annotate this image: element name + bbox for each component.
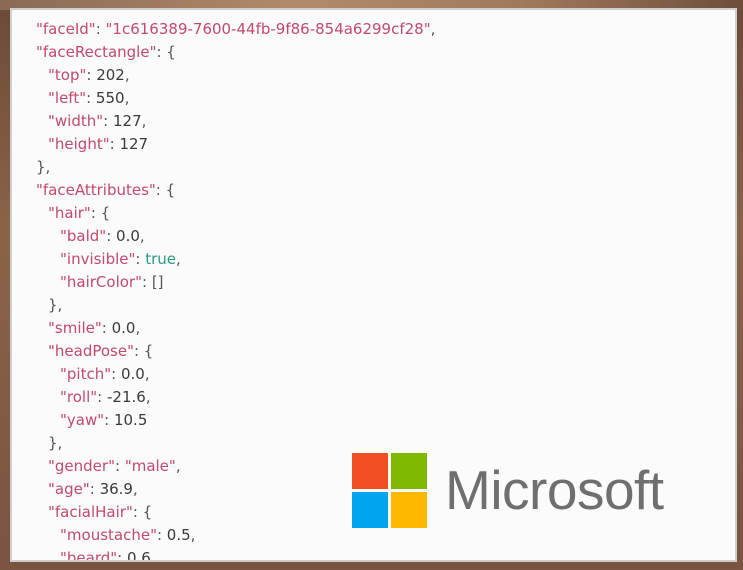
json-token: : <box>109 135 120 153</box>
json-token: : <box>89 480 100 498</box>
json-token: : <box>156 526 167 544</box>
json-token: , <box>135 319 141 337</box>
json-token: 550 <box>95 89 125 107</box>
json-token: "faceId" <box>36 20 96 38</box>
json-token: : [] <box>142 273 164 291</box>
json-token: "facialHair" <box>48 503 133 521</box>
json-line: "height": 127 <box>36 133 435 156</box>
microsoft-wordmark: Microsoft <box>445 459 664 521</box>
json-line: "hair": { <box>36 202 435 225</box>
json-line: "beard": 0.6 <box>36 547 435 562</box>
json-token: 0.0 <box>111 319 136 337</box>
json-token: "left" <box>48 89 87 107</box>
json-token: 127 <box>112 112 142 130</box>
json-token: : { <box>156 43 176 61</box>
json-token: "gender" <box>48 457 115 475</box>
json-token: , <box>176 250 181 268</box>
json-token: "male" <box>124 457 176 475</box>
json-line: "yaw": 10.5 <box>36 409 435 432</box>
json-token: "age" <box>48 480 90 498</box>
json-token: "pitch" <box>60 365 112 383</box>
microsoft-logo: Microsoft <box>352 452 664 528</box>
json-token: : { <box>90 204 111 222</box>
json-line: }, <box>36 294 435 317</box>
json-token: "invisible" <box>60 250 136 268</box>
json-token: , <box>124 89 130 107</box>
logo-blue-tile <box>352 491 388 528</box>
json-token: : <box>117 549 127 562</box>
json-line: "roll": -21.6, <box>36 386 435 409</box>
json-line: "smile": 0.0, <box>36 317 435 340</box>
json-token: "width" <box>48 112 104 130</box>
json-line: "faceRectangle": { <box>36 41 435 64</box>
json-token: "1c616389-7600-44fb-9f86-854a6299cf28" <box>105 20 431 38</box>
json-line: "width": 127, <box>36 110 435 133</box>
json-token: : { <box>133 342 154 360</box>
json-token: "roll" <box>60 388 98 406</box>
json-token: 10.5 <box>113 411 148 429</box>
json-token: }, <box>48 296 63 314</box>
json-line: "faceId": "1c616389-7600-44fb-9f86-854a6… <box>36 18 435 41</box>
json-token: 0.6 <box>127 549 151 562</box>
json-line: "left": 550, <box>36 87 435 110</box>
logo-yellow-tile <box>391 491 427 528</box>
json-token: "top" <box>48 66 87 84</box>
json-token: : <box>86 66 97 84</box>
json-token: "moustache" <box>60 526 157 544</box>
json-token: , <box>144 365 150 383</box>
json-token: , <box>141 112 147 130</box>
logo-green-tile <box>391 452 427 489</box>
json-line: "top": 202, <box>36 64 435 87</box>
json-token: 0.0 <box>120 365 145 383</box>
json-line: "invisible": true, <box>36 248 435 271</box>
json-token: : <box>104 411 114 429</box>
json-line: "pitch": 0.0, <box>36 363 435 386</box>
json-token: "hairColor" <box>60 273 142 291</box>
json-token: "bald" <box>60 227 107 245</box>
json-token: "hair" <box>48 204 91 222</box>
logo-red-tile <box>352 452 388 489</box>
json-token: , <box>139 227 145 245</box>
json-token: : <box>97 388 107 406</box>
json-token: }, <box>36 158 51 176</box>
json-token: : <box>111 365 121 383</box>
json-line: "hairColor": [] <box>36 271 435 294</box>
json-token: , <box>430 20 436 38</box>
json-token: , <box>145 388 151 406</box>
json-line: }, <box>36 156 435 179</box>
json-token: "faceAttributes" <box>36 181 156 199</box>
json-token: "yaw" <box>60 411 105 429</box>
json-token: : <box>103 112 113 130</box>
json-token: "faceRectangle" <box>36 43 157 61</box>
json-token: : <box>86 89 96 107</box>
microsoft-logo-icon <box>352 452 427 528</box>
json-token: 127 <box>119 135 149 153</box>
json-line: "bald": 0.0, <box>36 225 435 248</box>
json-token: 36.9 <box>99 480 133 498</box>
json-token: , <box>132 480 138 498</box>
json-token: : <box>135 250 146 268</box>
json-token: 202 <box>96 66 125 84</box>
json-token: , <box>190 526 196 544</box>
json-token: : <box>106 227 117 245</box>
json-token: 0.5 <box>166 526 191 544</box>
json-token: : <box>95 20 106 38</box>
json-token: "smile" <box>48 319 102 337</box>
json-token: : <box>101 319 112 337</box>
json-line: "faceAttributes": { <box>36 179 435 202</box>
json-token: }, <box>48 434 63 452</box>
json-token: : <box>114 457 125 475</box>
json-token: : { <box>155 181 176 199</box>
json-token: , <box>175 457 181 475</box>
json-token: "headPose" <box>48 342 134 360</box>
json-token: true <box>145 250 177 268</box>
json-token: , <box>124 66 130 84</box>
json-token: "height" <box>48 135 110 153</box>
json-token: -21.6 <box>106 388 146 406</box>
json-line: "headPose": { <box>36 340 435 363</box>
json-token: 0.0 <box>116 227 140 245</box>
json-token: : { <box>132 503 153 521</box>
json-token: "beard" <box>60 549 118 562</box>
